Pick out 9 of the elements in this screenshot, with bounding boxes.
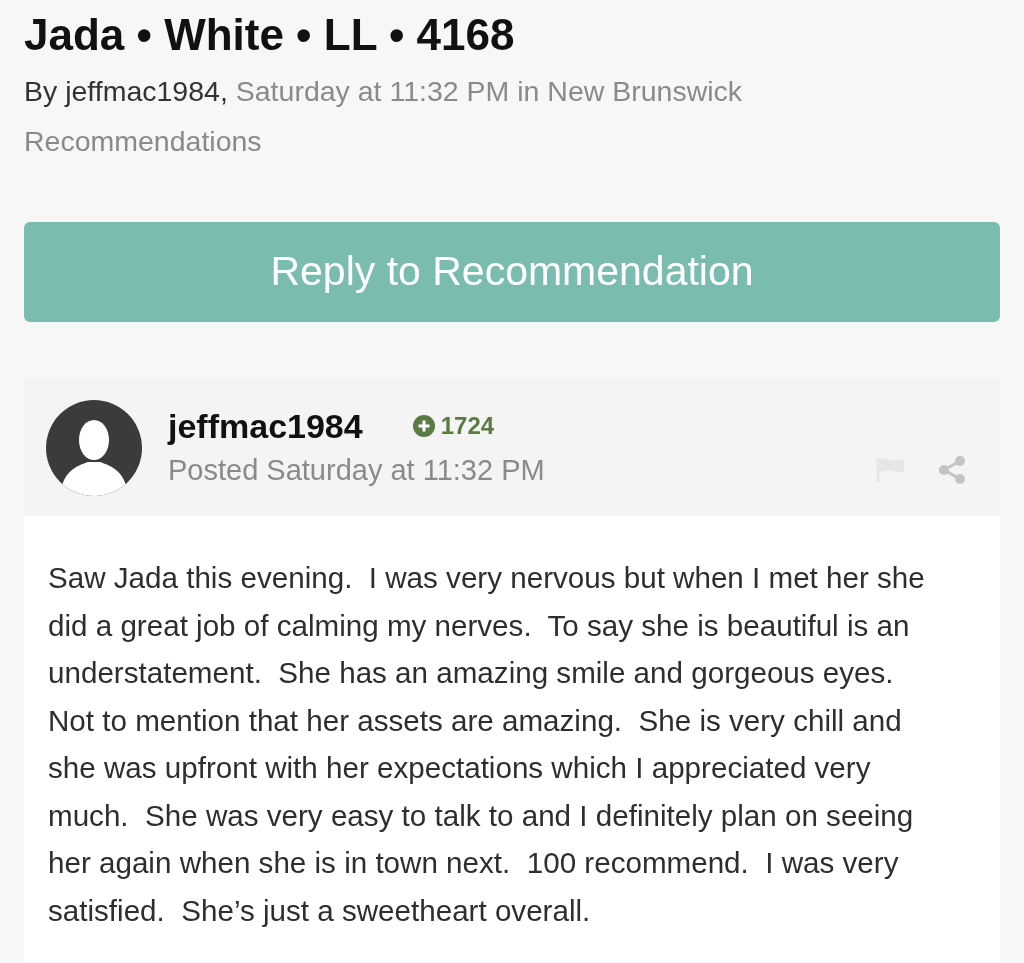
topic-byline: By jeffmac1984, Saturday at 11:32 PM in New Brunswick Recommendations xyxy=(24,74,744,159)
post-body-text: Saw Jada this evening. I was very nervous but when I met her she did a great job of calming my nerves. To say she is beautiful is an understatement. She has an amazing smile and gorgeous eyes. Not to mention that her assets are amazing. She is very chill and she was upfront with her expectations which I appreciated very much. She was very easy to talk to and I definitely plan on seeing her again when she is in town next. 100 recommend. I was very satisfied. She’s just a sweetheart overall. xyxy=(24,516,1000,963)
plus-circle-icon xyxy=(412,415,435,437)
post-timestamp: Posted Saturday at 11:32 PM xyxy=(168,453,545,488)
avatar-silhouette-icon[interactable] xyxy=(46,400,142,496)
reputation-count: 1724 xyxy=(440,411,495,441)
share-icon[interactable] xyxy=(938,456,966,484)
post-author[interactable]: jeffmac1984 xyxy=(168,406,363,446)
topic-title: Jada • White • LL • 4168 xyxy=(24,9,516,61)
